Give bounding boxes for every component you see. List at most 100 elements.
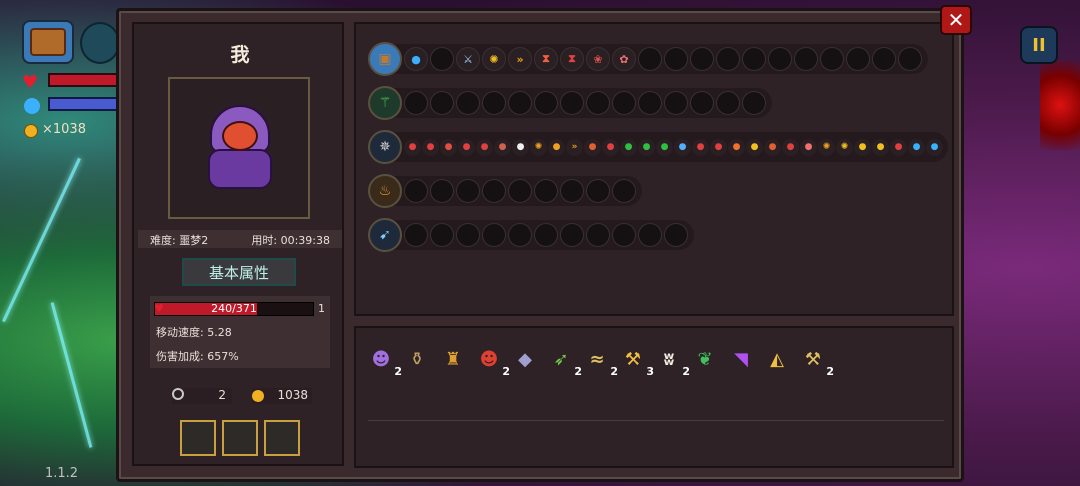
empty-rune-slot[interactable] xyxy=(638,47,662,71)
empty-rune-slot[interactable] xyxy=(664,223,688,247)
rune-slot[interactable]: ⧗ xyxy=(534,47,558,71)
empty-rune-slot[interactable] xyxy=(716,47,740,71)
hammer-item-icon[interactable]: ⚒ 2 xyxy=(796,342,834,379)
empty-rune-slot[interactable] xyxy=(430,47,454,71)
empty-rune-slot[interactable] xyxy=(586,91,610,115)
empty-rune-slot[interactable] xyxy=(794,47,818,71)
rune-slot[interactable]: ⧗ xyxy=(560,47,584,71)
empty-rune-slot[interactable] xyxy=(430,223,454,247)
rune-slot[interactable]: ● xyxy=(746,138,763,156)
empty-rune-slot[interactable] xyxy=(560,91,584,115)
empty-rune-slot[interactable] xyxy=(664,91,688,115)
rune-slot[interactable]: ● xyxy=(458,138,475,156)
green-dart-item-icon[interactable]: ➶ 2 xyxy=(544,342,582,379)
rune-slot[interactable]: ● xyxy=(602,138,619,156)
ice-spear-icon[interactable]: ➹ xyxy=(368,218,402,252)
empty-rune-slot[interactable] xyxy=(898,47,922,71)
empty-rune-slot[interactable] xyxy=(638,223,662,247)
rune-slot[interactable]: ● xyxy=(494,138,511,156)
green-staff-icon[interactable] xyxy=(80,22,120,64)
jaw-trap-item-icon[interactable]: ʬ2 xyxy=(652,342,690,379)
green-staff-icon[interactable]: ⚚ xyxy=(368,86,402,120)
empty-rune-slot[interactable] xyxy=(560,179,584,203)
rune-slot[interactable]: ● xyxy=(656,138,673,156)
empty-rune-slot[interactable] xyxy=(612,223,636,247)
rune-slot[interactable]: ✿ xyxy=(612,47,636,71)
empty-rune-slot[interactable] xyxy=(820,47,844,71)
treasure-chest-icon[interactable] xyxy=(22,20,74,64)
rune-slot[interactable]: » xyxy=(508,47,532,71)
rune-slot[interactable]: ● xyxy=(764,138,781,156)
empty-rune-slot[interactable] xyxy=(690,91,714,115)
potion-item-icon[interactable]: ◭ xyxy=(760,342,794,376)
rune-slot[interactable]: ● xyxy=(854,138,871,156)
empty-rune-slot[interactable] xyxy=(456,223,480,247)
rune-slot[interactable]: ● xyxy=(872,138,889,156)
rune-slot[interactable]: ● xyxy=(890,138,907,156)
rune-slot[interactable]: » xyxy=(566,138,583,156)
empty-rune-slot[interactable] xyxy=(534,223,558,247)
empty-rune-slot[interactable] xyxy=(456,91,480,115)
empty-rune-slot[interactable] xyxy=(404,179,428,203)
empty-rune-slot[interactable] xyxy=(430,91,454,115)
rune-slot[interactable]: ● xyxy=(674,138,691,156)
empty-rune-slot[interactable] xyxy=(508,179,532,203)
spiked-mace-icon[interactable]: ✵ xyxy=(368,130,402,164)
rune-slot[interactable]: ✺ xyxy=(818,138,835,156)
equipment-slot[interactable] xyxy=(180,420,216,456)
rune-slot[interactable]: ● xyxy=(692,138,709,156)
red-mask-item-icon[interactable]: ☻ 2 xyxy=(472,342,510,379)
equipment-slot[interactable] xyxy=(222,420,258,456)
empty-rune-slot[interactable] xyxy=(534,91,558,115)
equipment-slot[interactable] xyxy=(264,420,300,456)
base-attributes-tab[interactable]: 基本属性 xyxy=(182,258,296,286)
shield-item-icon[interactable]: ◥ xyxy=(724,342,758,376)
rune-slot[interactable]: ● xyxy=(728,138,745,156)
chalice-item-icon[interactable]: ♜ xyxy=(436,342,470,376)
empty-rune-slot[interactable] xyxy=(456,179,480,203)
rune-slot[interactable]: ● xyxy=(548,138,565,156)
bottle-item-icon[interactable]: ⚱ xyxy=(400,342,434,376)
pickaxe-item-icon[interactable]: ⚒ 3 xyxy=(616,342,654,379)
rune-slot[interactable]: ✺ xyxy=(836,138,853,156)
purple-hair-item-icon[interactable]: ☻ 2 xyxy=(364,342,402,379)
rune-slot[interactable]: ● xyxy=(620,138,637,156)
rune-slot[interactable]: ● xyxy=(404,138,421,156)
empty-rune-slot[interactable] xyxy=(560,223,584,247)
empty-rune-slot[interactable] xyxy=(404,91,428,115)
empty-rune-slot[interactable] xyxy=(482,223,506,247)
bone-item-icon[interactable]: ≈2 xyxy=(580,342,618,379)
empty-rune-slot[interactable] xyxy=(508,91,532,115)
empty-rune-slot[interactable] xyxy=(586,223,610,247)
empty-rune-slot[interactable] xyxy=(768,47,792,71)
empty-rune-slot[interactable] xyxy=(612,179,636,203)
empty-rune-slot[interactable] xyxy=(690,47,714,71)
empty-rune-slot[interactable] xyxy=(430,179,454,203)
empty-rune-slot[interactable] xyxy=(586,179,610,203)
rune-slot[interactable]: ✺ xyxy=(482,47,506,71)
torch-icon[interactable]: ♨ xyxy=(368,174,402,208)
leaf-item-icon[interactable]: ❦ xyxy=(688,342,722,376)
close-button[interactable]: ✕ xyxy=(940,5,972,35)
rune-slot[interactable]: ● xyxy=(422,138,439,156)
empty-rune-slot[interactable] xyxy=(534,179,558,203)
empty-rune-slot[interactable] xyxy=(742,47,766,71)
rune-slot[interactable]: ● xyxy=(908,138,925,156)
rune-slot[interactable]: ● xyxy=(584,138,601,156)
empty-rune-slot[interactable] xyxy=(612,91,636,115)
treasure-chest-icon[interactable]: ▣ xyxy=(368,42,402,76)
empty-rune-slot[interactable] xyxy=(482,91,506,115)
rune-slot[interactable]: ❀ xyxy=(586,47,610,71)
empty-rune-slot[interactable] xyxy=(664,47,688,71)
rune-slot[interactable]: ● xyxy=(512,138,529,156)
rune-slot[interactable]: ● xyxy=(404,47,428,71)
empty-rune-slot[interactable] xyxy=(742,91,766,115)
empty-rune-slot[interactable] xyxy=(508,223,532,247)
empty-rune-slot[interactable] xyxy=(716,91,740,115)
rune-slot[interactable]: ● xyxy=(440,138,457,156)
crystal-item-icon[interactable]: ◆ xyxy=(508,342,542,376)
rune-slot[interactable]: ⚔ xyxy=(456,47,480,71)
rune-slot[interactable]: ● xyxy=(782,138,799,156)
pause-button[interactable]: II xyxy=(1020,26,1058,64)
rune-slot[interactable]: ● xyxy=(710,138,727,156)
